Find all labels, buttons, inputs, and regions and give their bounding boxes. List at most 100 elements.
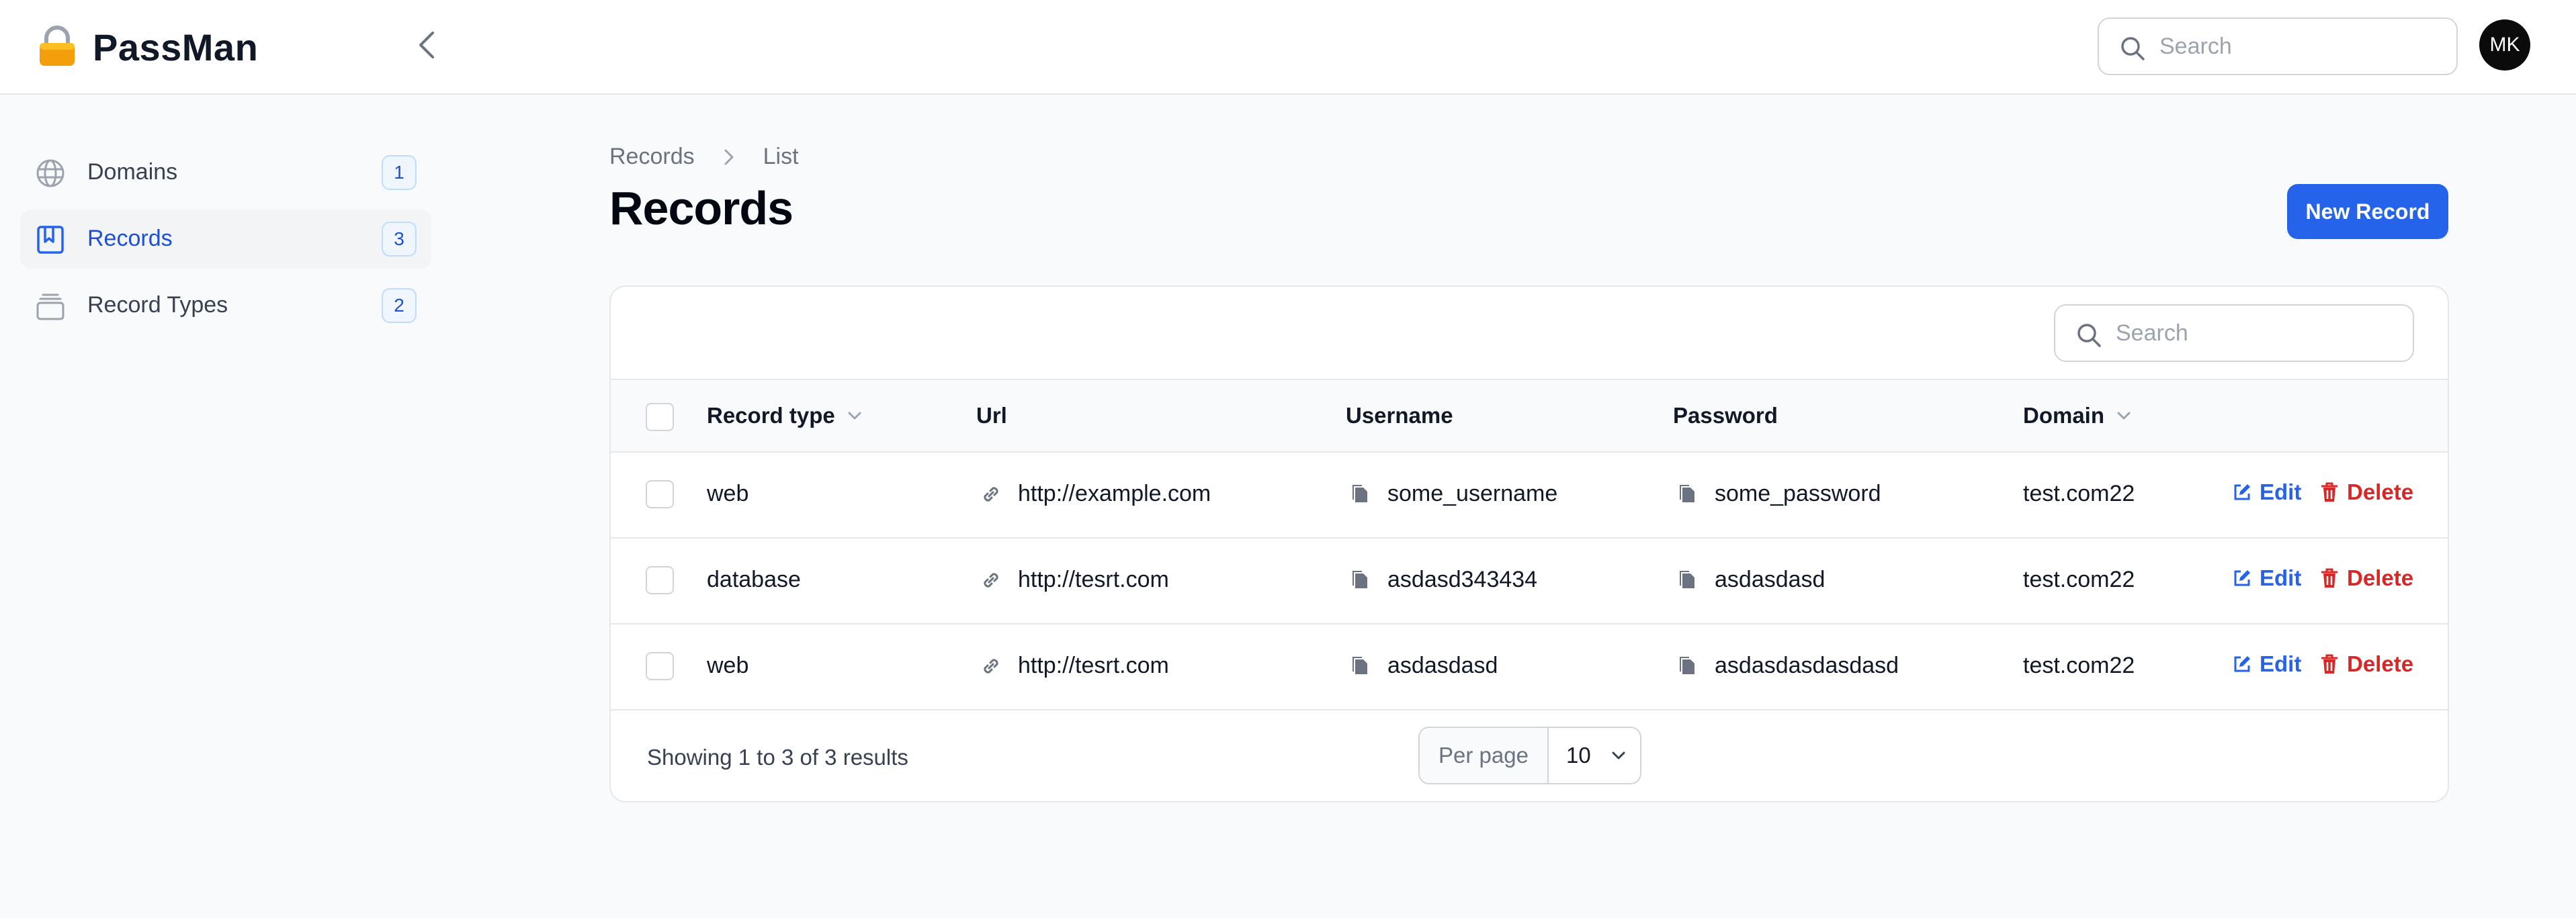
column-label: Record type [707, 403, 835, 428]
cell-domain: test.com22 [2023, 481, 2135, 506]
column-header-domain[interactable]: Domain [2023, 403, 2134, 428]
username-text: asdasdasd [1387, 653, 1498, 678]
sidebar-item-domains[interactable]: Domains 1 [20, 143, 431, 202]
edit-button[interactable]: Edit [2231, 479, 2301, 505]
row-checkbox[interactable] [646, 652, 674, 680]
column-header-url: Url [976, 403, 1007, 428]
delete-label: Delete [2347, 479, 2414, 504]
chevron-down-icon [1612, 751, 1625, 760]
cell-record-type: web [707, 653, 749, 678]
copy-icon[interactable] [1348, 568, 1373, 592]
cell-record-type: database [707, 567, 801, 592]
delete-button[interactable]: Delete [2319, 479, 2413, 505]
link-icon [984, 486, 998, 502]
edit-label: Edit [2260, 565, 2302, 590]
password-text: some_password [1715, 481, 1881, 506]
select-all-checkbox[interactable] [646, 403, 674, 431]
edit-button[interactable]: Edit [2231, 565, 2301, 591]
table-header: Record type Url Username Password Domain [611, 379, 2448, 453]
cell-password[interactable]: some_password [1676, 481, 1881, 507]
table-row: database http://tesrt.com asdasd343434 a… [611, 539, 2448, 625]
edit-icon [2234, 570, 2250, 586]
search-placeholder: Search [2116, 320, 2188, 346]
column-header-password: Password [1673, 403, 1778, 428]
page-title: Records [609, 182, 793, 234]
bookmark-icon [37, 226, 64, 254]
cell-username[interactable]: asdasd343434 [1348, 567, 1537, 593]
collapse-sidebar-button[interactable] [411, 28, 442, 62]
cell-password[interactable]: asdasdasdasdasd [1676, 653, 1899, 679]
table-row: web http://example.com some_username som… [611, 453, 2448, 539]
count-badge: 3 [382, 222, 417, 257]
column-label: Username [1346, 403, 1453, 428]
global-search-input[interactable]: Search [2098, 17, 2458, 75]
delete-button[interactable]: Delete [2319, 565, 2413, 591]
breadcrumb: Records List [609, 144, 799, 170]
cell-password[interactable]: asdasdasd [1676, 567, 1825, 593]
cell-domain: test.com22 [2023, 653, 2135, 678]
top-bar: PassMan Search MK [0, 0, 2576, 95]
trash-icon [2321, 482, 2337, 502]
username-text: asdasd343434 [1387, 567, 1538, 592]
per-page-select[interactable]: Per page 10 [1418, 727, 1641, 784]
url-text: http://tesrt.com [1018, 653, 1169, 678]
cell-domain: test.com22 [2023, 567, 2135, 592]
chevron-down-icon [2117, 412, 2131, 420]
chevron-left-icon [419, 32, 434, 58]
row-checkbox[interactable] [646, 480, 674, 508]
delete-label: Delete [2347, 651, 2414, 676]
records-table-card: Search Record type Url Username Password… [609, 285, 2449, 802]
trash-icon [2321, 654, 2337, 674]
breadcrumb-item-records[interactable]: Records [609, 144, 695, 170]
copy-icon[interactable] [1348, 654, 1373, 678]
new-record-button[interactable]: New Record [2287, 184, 2448, 239]
sidebar-item-label: Record Types [87, 292, 228, 318]
user-avatar[interactable]: MK [2479, 19, 2530, 71]
sidebar-item-label: Domains [87, 159, 178, 185]
column-label: Url [976, 403, 1007, 428]
cell-url[interactable]: http://tesrt.com [979, 653, 1169, 679]
breadcrumb-item-list: List [763, 144, 799, 169]
link-icon [984, 572, 998, 588]
column-label: Domain [2023, 403, 2105, 428]
cell-record-type: web [707, 481, 749, 506]
cell-url[interactable]: http://tesrt.com [979, 567, 1169, 593]
edit-icon [2234, 656, 2250, 672]
edit-button[interactable]: Edit [2231, 651, 2301, 677]
chevron-down-icon [848, 412, 861, 420]
trash-icon [2321, 568, 2337, 588]
stack-icon [36, 293, 65, 320]
cell-url[interactable]: http://example.com [979, 481, 1211, 507]
column-label: Password [1673, 403, 1778, 428]
copy-icon[interactable] [1676, 482, 1700, 506]
column-header-username: Username [1346, 403, 1453, 428]
edit-label: Edit [2260, 651, 2302, 676]
edit-label: Edit [2260, 479, 2302, 504]
per-page-dropdown[interactable]: 10 [1549, 728, 1640, 783]
lock-logo-icon [37, 26, 77, 67]
per-page-label: Per page [1420, 728, 1549, 783]
globe-icon [36, 159, 65, 187]
delete-label: Delete [2347, 565, 2414, 590]
cell-username[interactable]: asdasdasd [1348, 653, 1498, 679]
app-name: PassMan [93, 26, 259, 68]
cell-username[interactable]: some_username [1348, 481, 1557, 507]
search-placeholder: Search [2159, 34, 2232, 59]
copy-icon[interactable] [1348, 482, 1373, 506]
row-checkbox[interactable] [646, 566, 674, 594]
column-header-record-type[interactable]: Record type [707, 403, 865, 428]
password-text: asdasdasd [1715, 567, 1826, 592]
pagination-summary: Showing 1 to 3 of 3 results [647, 745, 908, 770]
url-text: http://tesrt.com [1018, 567, 1169, 592]
copy-icon[interactable] [1676, 654, 1700, 678]
table-search-input[interactable]: Search [2054, 304, 2414, 362]
delete-button[interactable]: Delete [2319, 651, 2413, 677]
password-text: asdasdasdasdasd [1715, 653, 1899, 678]
search-icon [2077, 324, 2101, 347]
sidebar-item-records[interactable]: Records 3 [20, 210, 431, 269]
copy-icon[interactable] [1676, 568, 1700, 592]
link-icon [984, 658, 998, 674]
chevron-right-icon [724, 149, 734, 165]
sidebar-item-record-types[interactable]: Record Types 2 [20, 276, 431, 335]
table-row: web http://tesrt.com asdasdasd asdasdasd… [611, 625, 2448, 710]
